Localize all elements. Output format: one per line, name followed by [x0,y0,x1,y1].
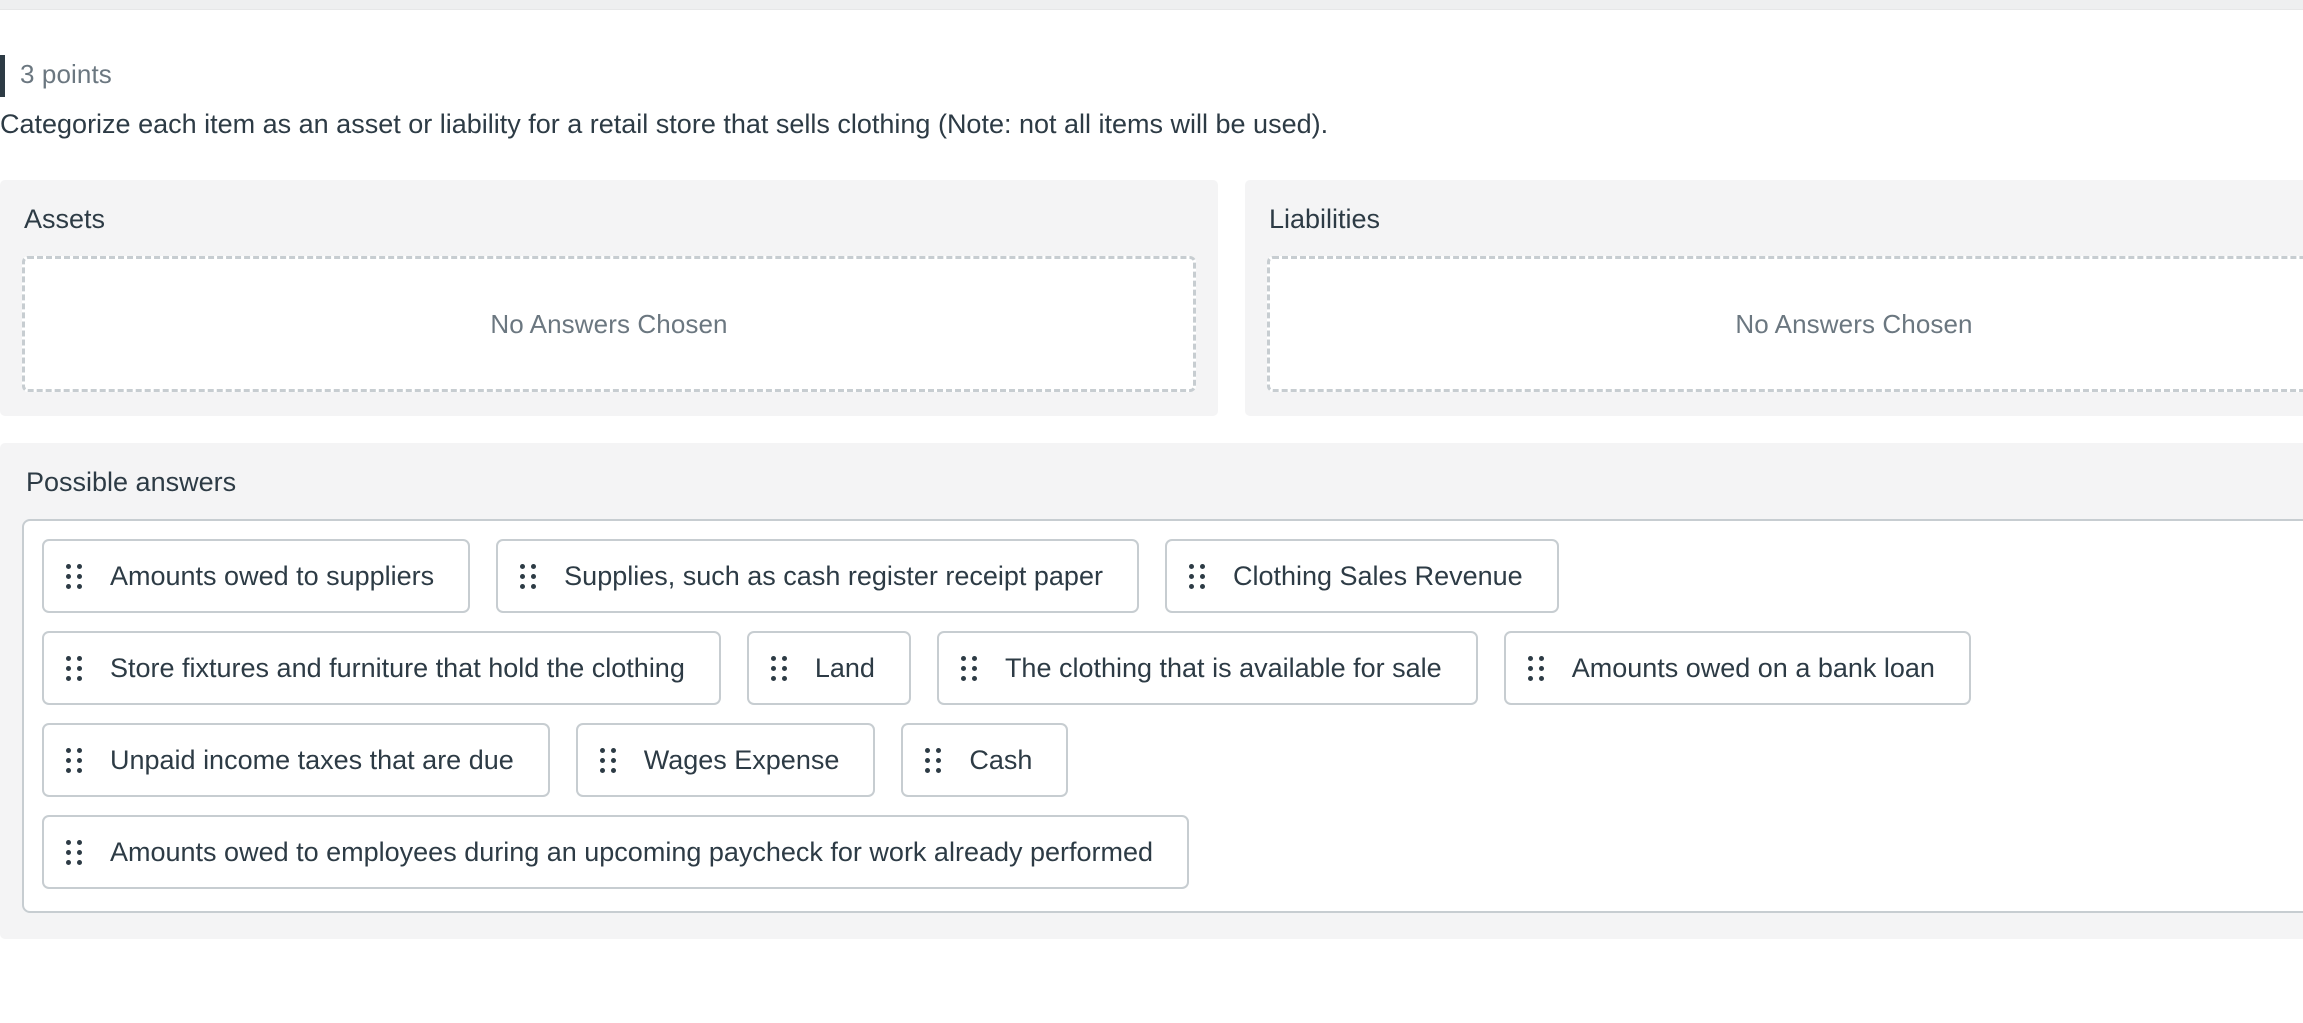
answer-chip[interactable]: Unpaid income taxes that are due [42,723,550,797]
question-points-label: 3 points [20,57,112,91]
possible-answers-row: Store fixtures and furniture that hold t… [42,631,2298,705]
answer-chip-label: Cash [969,745,1032,775]
answer-chip-label: Store fixtures and furniture that hold t… [110,653,685,683]
drag-handle-icon[interactable] [925,748,941,773]
drag-handle-icon[interactable] [600,748,616,773]
category-title-liabilities: Liabilities [1269,202,2303,236]
answer-chip[interactable]: Cash [901,723,1068,797]
answer-chip-label: Supplies, such as cash register receipt … [564,561,1103,591]
answer-chip[interactable]: Supplies, such as cash register receipt … [496,539,1139,613]
dropzone-liabilities[interactable]: No Answers Chosen [1267,256,2303,392]
answer-chip-label: Land [815,653,875,683]
drag-handle-icon[interactable] [1189,564,1205,589]
answer-chip[interactable]: Wages Expense [576,723,876,797]
possible-answers-section: Possible answers Amounts owed to supplie… [0,443,2303,939]
possible-answers-rows: Amounts owed to suppliers Supplies, such … [42,539,2298,889]
answer-chip[interactable]: Amounts owed on a bank loan [1504,631,1971,705]
answer-chip[interactable]: Land [747,631,911,705]
possible-answers-row: Amounts owed to employees during an upco… [42,815,2298,889]
question-accent-bar [0,55,5,97]
possible-answers-title: Possible answers [26,465,2303,499]
drag-handle-icon[interactable] [66,748,82,773]
top-chrome-strip [0,0,2303,10]
dropzone-assets[interactable]: No Answers Chosen [22,256,1196,392]
possible-answers-row: Unpaid income taxes that are due Wages Ex… [42,723,2298,797]
category-panel-assets: Assets No Answers Chosen [0,180,1218,416]
dropzone-placeholder-liabilities: No Answers Chosen [1735,309,1972,340]
answer-chip[interactable]: Store fixtures and furniture that hold t… [42,631,721,705]
drag-handle-icon[interactable] [961,656,977,681]
points-row: 3 points [0,55,2303,97]
answer-chip[interactable]: Clothing Sales Revenue [1165,539,1559,613]
category-title-assets: Assets [24,202,1196,236]
question-page: 3 points Categorize each item as an asse… [0,55,2303,939]
answer-chip-label: Clothing Sales Revenue [1233,561,1523,591]
drag-handle-icon[interactable] [66,656,82,681]
drag-handle-icon[interactable] [771,656,787,681]
category-dropzones: Assets No Answers Chosen Liabilities No … [0,180,2303,416]
drag-handle-icon[interactable] [66,564,82,589]
answer-chip-label: Amounts owed to employees during an upco… [110,837,1153,867]
category-panel-liabilities: Liabilities No Answers Chosen [1245,180,2303,416]
answer-chip-label: Amounts owed to suppliers [110,561,434,591]
question-prompt: Categorize each item as an asset or liab… [0,106,2303,142]
answer-chip[interactable]: The clothing that is available for sale [937,631,1478,705]
answer-chip[interactable]: Amounts owed to employees during an upco… [42,815,1189,889]
drag-handle-icon[interactable] [66,840,82,865]
answer-chip-label: The clothing that is available for sale [1005,653,1442,683]
dropzone-placeholder-assets: No Answers Chosen [490,309,727,340]
answer-chip-label: Unpaid income taxes that are due [110,745,514,775]
answer-chip-label: Wages Expense [644,745,840,775]
drag-handle-icon[interactable] [1528,656,1544,681]
answer-chip[interactable]: Amounts owed to suppliers [42,539,470,613]
answer-chip-label: Amounts owed on a bank loan [1572,653,1935,683]
drag-handle-icon[interactable] [520,564,536,589]
possible-answers-row: Amounts owed to suppliers Supplies, such … [42,539,2298,613]
possible-answers-well: Amounts owed to suppliers Supplies, such … [22,519,2303,913]
